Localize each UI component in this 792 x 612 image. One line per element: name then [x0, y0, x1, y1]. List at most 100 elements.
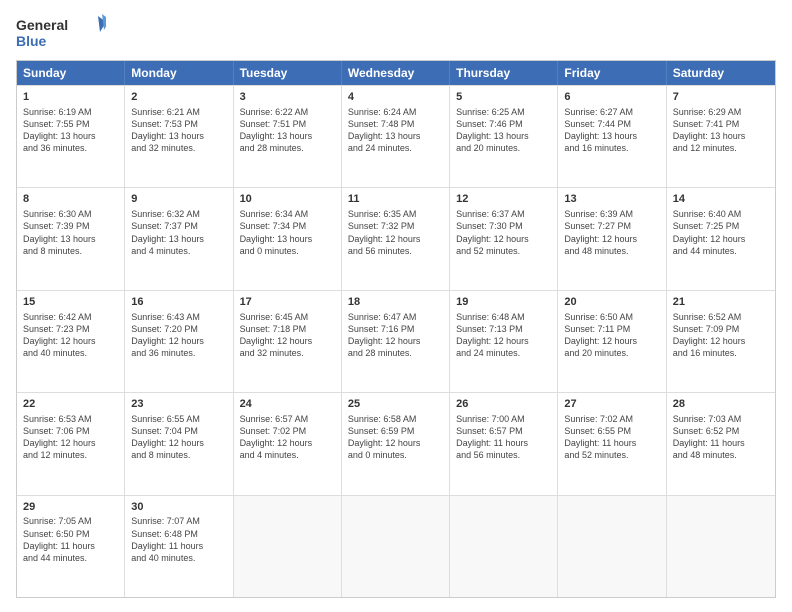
- day-info: Sunrise: 6:34 AM Sunset: 7:34 PM Dayligh…: [240, 208, 335, 257]
- calendar-row-5: 29Sunrise: 7:05 AM Sunset: 6:50 PM Dayli…: [17, 495, 775, 597]
- weekday-header-monday: Monday: [125, 61, 233, 85]
- day-number: 3: [240, 90, 335, 105]
- calendar-body: 1Sunrise: 6:19 AM Sunset: 7:55 PM Daylig…: [17, 85, 775, 597]
- empty-cell: [667, 496, 775, 597]
- day-info: Sunrise: 6:47 AM Sunset: 7:16 PM Dayligh…: [348, 311, 443, 360]
- day-number: 16: [131, 295, 226, 310]
- day-number: 30: [131, 500, 226, 515]
- day-number: 5: [456, 90, 551, 105]
- weekday-header-friday: Friday: [558, 61, 666, 85]
- day-number: 13: [564, 192, 659, 207]
- day-number: 12: [456, 192, 551, 207]
- day-number: 24: [240, 397, 335, 412]
- calendar-row-2: 8Sunrise: 6:30 AM Sunset: 7:39 PM Daylig…: [17, 187, 775, 289]
- day-info: Sunrise: 7:02 AM Sunset: 6:55 PM Dayligh…: [564, 413, 659, 462]
- logo: General Blue: [16, 14, 106, 52]
- day-number: 27: [564, 397, 659, 412]
- day-cell-10: 10Sunrise: 6:34 AM Sunset: 7:34 PM Dayli…: [234, 188, 342, 289]
- header: General Blue: [16, 14, 776, 52]
- day-info: Sunrise: 6:55 AM Sunset: 7:04 PM Dayligh…: [131, 413, 226, 462]
- day-cell-20: 20Sunrise: 6:50 AM Sunset: 7:11 PM Dayli…: [558, 291, 666, 392]
- day-number: 23: [131, 397, 226, 412]
- day-cell-17: 17Sunrise: 6:45 AM Sunset: 7:18 PM Dayli…: [234, 291, 342, 392]
- day-cell-2: 2Sunrise: 6:21 AM Sunset: 7:53 PM Daylig…: [125, 86, 233, 187]
- day-cell-28: 28Sunrise: 7:03 AM Sunset: 6:52 PM Dayli…: [667, 393, 775, 494]
- day-info: Sunrise: 6:32 AM Sunset: 7:37 PM Dayligh…: [131, 208, 226, 257]
- weekday-header-tuesday: Tuesday: [234, 61, 342, 85]
- day-cell-7: 7Sunrise: 6:29 AM Sunset: 7:41 PM Daylig…: [667, 86, 775, 187]
- day-info: Sunrise: 7:07 AM Sunset: 6:48 PM Dayligh…: [131, 515, 226, 564]
- svg-text:Blue: Blue: [16, 33, 47, 49]
- day-info: Sunrise: 6:25 AM Sunset: 7:46 PM Dayligh…: [456, 106, 551, 155]
- day-info: Sunrise: 7:03 AM Sunset: 6:52 PM Dayligh…: [673, 413, 769, 462]
- empty-cell: [234, 496, 342, 597]
- day-info: Sunrise: 7:00 AM Sunset: 6:57 PM Dayligh…: [456, 413, 551, 462]
- day-cell-22: 22Sunrise: 6:53 AM Sunset: 7:06 PM Dayli…: [17, 393, 125, 494]
- day-cell-14: 14Sunrise: 6:40 AM Sunset: 7:25 PM Dayli…: [667, 188, 775, 289]
- day-number: 25: [348, 397, 443, 412]
- day-cell-21: 21Sunrise: 6:52 AM Sunset: 7:09 PM Dayli…: [667, 291, 775, 392]
- day-info: Sunrise: 6:30 AM Sunset: 7:39 PM Dayligh…: [23, 208, 118, 257]
- day-cell-15: 15Sunrise: 6:42 AM Sunset: 7:23 PM Dayli…: [17, 291, 125, 392]
- day-number: 22: [23, 397, 118, 412]
- empty-cell: [342, 496, 450, 597]
- day-number: 20: [564, 295, 659, 310]
- day-cell-24: 24Sunrise: 6:57 AM Sunset: 7:02 PM Dayli…: [234, 393, 342, 494]
- day-info: Sunrise: 6:43 AM Sunset: 7:20 PM Dayligh…: [131, 311, 226, 360]
- day-cell-12: 12Sunrise: 6:37 AM Sunset: 7:30 PM Dayli…: [450, 188, 558, 289]
- day-cell-29: 29Sunrise: 7:05 AM Sunset: 6:50 PM Dayli…: [17, 496, 125, 597]
- day-info: Sunrise: 6:22 AM Sunset: 7:51 PM Dayligh…: [240, 106, 335, 155]
- weekday-header-saturday: Saturday: [667, 61, 775, 85]
- day-number: 10: [240, 192, 335, 207]
- empty-cell: [450, 496, 558, 597]
- day-info: Sunrise: 6:42 AM Sunset: 7:23 PM Dayligh…: [23, 311, 118, 360]
- day-number: 15: [23, 295, 118, 310]
- day-number: 9: [131, 192, 226, 207]
- day-cell-5: 5Sunrise: 6:25 AM Sunset: 7:46 PM Daylig…: [450, 86, 558, 187]
- day-info: Sunrise: 6:29 AM Sunset: 7:41 PM Dayligh…: [673, 106, 769, 155]
- day-number: 18: [348, 295, 443, 310]
- day-number: 21: [673, 295, 769, 310]
- day-cell-9: 9Sunrise: 6:32 AM Sunset: 7:37 PM Daylig…: [125, 188, 233, 289]
- day-cell-8: 8Sunrise: 6:30 AM Sunset: 7:39 PM Daylig…: [17, 188, 125, 289]
- day-info: Sunrise: 6:40 AM Sunset: 7:25 PM Dayligh…: [673, 208, 769, 257]
- day-cell-11: 11Sunrise: 6:35 AM Sunset: 7:32 PM Dayli…: [342, 188, 450, 289]
- day-cell-25: 25Sunrise: 6:58 AM Sunset: 6:59 PM Dayli…: [342, 393, 450, 494]
- day-number: 7: [673, 90, 769, 105]
- day-number: 4: [348, 90, 443, 105]
- day-cell-1: 1Sunrise: 6:19 AM Sunset: 7:55 PM Daylig…: [17, 86, 125, 187]
- day-number: 28: [673, 397, 769, 412]
- day-info: Sunrise: 6:58 AM Sunset: 6:59 PM Dayligh…: [348, 413, 443, 462]
- day-info: Sunrise: 6:21 AM Sunset: 7:53 PM Dayligh…: [131, 106, 226, 155]
- day-info: Sunrise: 6:37 AM Sunset: 7:30 PM Dayligh…: [456, 208, 551, 257]
- day-number: 29: [23, 500, 118, 515]
- day-cell-13: 13Sunrise: 6:39 AM Sunset: 7:27 PM Dayli…: [558, 188, 666, 289]
- calendar-row-4: 22Sunrise: 6:53 AM Sunset: 7:06 PM Dayli…: [17, 392, 775, 494]
- day-number: 1: [23, 90, 118, 105]
- day-cell-30: 30Sunrise: 7:07 AM Sunset: 6:48 PM Dayli…: [125, 496, 233, 597]
- day-info: Sunrise: 6:45 AM Sunset: 7:18 PM Dayligh…: [240, 311, 335, 360]
- day-number: 2: [131, 90, 226, 105]
- day-cell-3: 3Sunrise: 6:22 AM Sunset: 7:51 PM Daylig…: [234, 86, 342, 187]
- weekday-header-thursday: Thursday: [450, 61, 558, 85]
- day-cell-23: 23Sunrise: 6:55 AM Sunset: 7:04 PM Dayli…: [125, 393, 233, 494]
- day-number: 19: [456, 295, 551, 310]
- day-number: 26: [456, 397, 551, 412]
- day-number: 11: [348, 192, 443, 207]
- day-info: Sunrise: 6:50 AM Sunset: 7:11 PM Dayligh…: [564, 311, 659, 360]
- day-info: Sunrise: 6:57 AM Sunset: 7:02 PM Dayligh…: [240, 413, 335, 462]
- calendar: SundayMondayTuesdayWednesdayThursdayFrid…: [16, 60, 776, 598]
- weekday-header-sunday: Sunday: [17, 61, 125, 85]
- day-info: Sunrise: 6:24 AM Sunset: 7:48 PM Dayligh…: [348, 106, 443, 155]
- day-info: Sunrise: 6:53 AM Sunset: 7:06 PM Dayligh…: [23, 413, 118, 462]
- calendar-row-3: 15Sunrise: 6:42 AM Sunset: 7:23 PM Dayli…: [17, 290, 775, 392]
- day-number: 17: [240, 295, 335, 310]
- day-info: Sunrise: 6:39 AM Sunset: 7:27 PM Dayligh…: [564, 208, 659, 257]
- day-number: 14: [673, 192, 769, 207]
- day-info: Sunrise: 6:27 AM Sunset: 7:44 PM Dayligh…: [564, 106, 659, 155]
- day-cell-27: 27Sunrise: 7:02 AM Sunset: 6:55 PM Dayli…: [558, 393, 666, 494]
- calendar-row-1: 1Sunrise: 6:19 AM Sunset: 7:55 PM Daylig…: [17, 85, 775, 187]
- day-cell-19: 19Sunrise: 6:48 AM Sunset: 7:13 PM Dayli…: [450, 291, 558, 392]
- day-info: Sunrise: 6:35 AM Sunset: 7:32 PM Dayligh…: [348, 208, 443, 257]
- empty-cell: [558, 496, 666, 597]
